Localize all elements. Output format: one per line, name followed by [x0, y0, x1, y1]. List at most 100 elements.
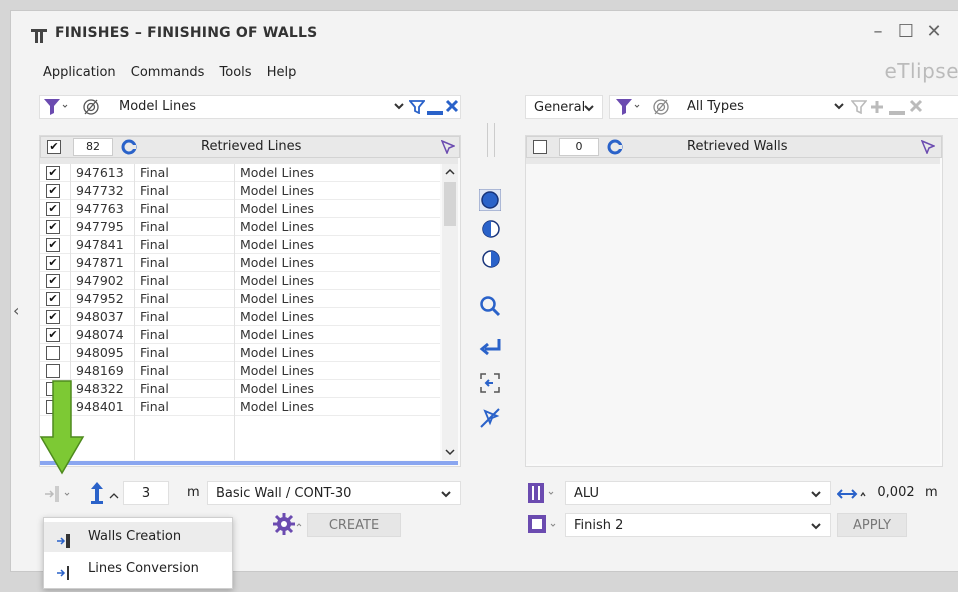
scroll-down-icon[interactable] [444, 446, 456, 461]
settings-gear-icon[interactable] [273, 512, 303, 540]
add-filter-icon[interactable] [869, 99, 885, 119]
left-half-circle-icon[interactable] [481, 219, 501, 243]
table-row[interactable]: 948095 Final Model Lines [40, 344, 440, 362]
table-row[interactable]: 948401 Final Model Lines [40, 398, 440, 416]
row-checkbox[interactable] [46, 346, 60, 360]
left-filter-value: Model Lines [119, 99, 197, 114]
lines-scroll-thumb[interactable] [444, 182, 456, 226]
height-step-icon[interactable] [109, 489, 119, 504]
table-row[interactable]: 948169 Final Model Lines [40, 362, 440, 380]
row-checkbox[interactable]: ✔ [46, 256, 60, 270]
maximize-button[interactable]: ☐ [895, 21, 917, 43]
clear-filter-icon[interactable] [445, 99, 459, 117]
finish-swatch-icon[interactable] [527, 514, 559, 540]
menu-tools[interactable]: Tools [220, 65, 252, 80]
table-row[interactable]: ✔ 947841 Final Model Lines [40, 236, 440, 254]
row-checkbox[interactable]: ✔ [46, 184, 60, 198]
row-type: Model Lines [240, 165, 315, 180]
row-id: 948037 [76, 309, 124, 324]
focus-frame-icon[interactable] [480, 373, 500, 397]
row-type: Model Lines [240, 273, 315, 288]
apply-button[interactable]: APPLY [837, 513, 907, 537]
table-row[interactable]: ✔ 948074 Final Model Lines [40, 326, 440, 344]
row-status: Final [140, 219, 169, 234]
row-checkbox[interactable]: ✔ [46, 310, 60, 324]
row-checkbox[interactable]: ✔ [46, 220, 60, 234]
table-row[interactable]: 948322 Final Model Lines [40, 380, 440, 398]
table-row[interactable]: ✔ 948037 Final Model Lines [40, 308, 440, 326]
close-button[interactable]: ✕ [923, 21, 945, 43]
table-row[interactable]: ✔ 947732 Final Model Lines [40, 182, 440, 200]
table-row[interactable]: ✔ 947871 Final Model Lines [40, 254, 440, 272]
retrieved-walls-header: 0 Retrieved Walls [526, 136, 942, 158]
select-in-model-icon[interactable] [440, 139, 456, 158]
filter-dropdown-icon[interactable] [43, 98, 69, 120]
row-id: 948095 [76, 345, 124, 360]
finish-select[interactable]: Finish 2 [565, 513, 831, 537]
table-row[interactable]: ✔ 947952 Final Model Lines [40, 290, 440, 308]
row-checkbox[interactable] [46, 364, 60, 378]
row-id: 947952 [76, 291, 124, 306]
menu-item-walls-creation[interactable]: Walls Creation [44, 522, 232, 552]
select-all-lines-checkbox[interactable]: ✔ [47, 140, 61, 154]
select-all-walls-checkbox[interactable] [533, 140, 547, 154]
full-circle-icon[interactable] [478, 188, 502, 215]
table-row[interactable]: ✔ 947613 Final Model Lines [40, 164, 440, 182]
visibility-icon[interactable] [81, 98, 101, 120]
scroll-up-icon[interactable] [444, 166, 456, 181]
wall-type-select[interactable]: Basic Wall / CONT-30 [207, 481, 461, 505]
minimize-button[interactable]: – [867, 21, 889, 43]
row-checkbox[interactable]: ✔ [46, 292, 60, 306]
remove-filter-icon[interactable] [427, 105, 443, 120]
left-filter-chevron-icon[interactable] [393, 99, 405, 116]
mode-select-icon[interactable] [43, 484, 73, 508]
collapse-panel-icon[interactable]: ‹ [13, 301, 19, 320]
right-filter-chevron-icon[interactable] [833, 99, 845, 117]
walls-creation-label: Walls Creation [88, 529, 182, 544]
general-select[interactable]: General [525, 95, 603, 119]
menu-commands[interactable]: Commands [131, 65, 205, 80]
material-select[interactable]: ALU [565, 481, 831, 505]
right-remove-filter-icon[interactable] [889, 105, 905, 120]
menu-help[interactable]: Help [267, 65, 297, 80]
right-filter-select[interactable]: All Types [679, 95, 829, 119]
row-checkbox[interactable]: ✔ [46, 238, 60, 252]
height-input[interactable]: 3 [123, 481, 169, 505]
walls-select-in-model-icon[interactable] [920, 139, 936, 158]
row-status: Final [140, 165, 169, 180]
row-status: Final [140, 237, 169, 252]
right-clear-filter-icon[interactable] [909, 99, 923, 117]
right-apply-filter-icon[interactable] [850, 100, 868, 118]
row-checkbox[interactable]: ✔ [46, 328, 60, 342]
row-status: Final [140, 255, 169, 270]
right-filter-dropdown-icon[interactable] [615, 98, 641, 120]
walls-count: 0 [559, 138, 599, 156]
transfer-icon[interactable] [479, 337, 503, 363]
row-checkbox[interactable]: ✔ [46, 202, 60, 216]
row-checkbox[interactable]: ✔ [46, 274, 60, 288]
row-status: Final [140, 201, 169, 216]
mode-popup-menu: Walls Creation Lines Conversion [43, 517, 233, 589]
create-button[interactable]: CREATE [307, 513, 401, 537]
material-swatch-icon[interactable] [527, 482, 559, 508]
splitter-handle[interactable] [487, 123, 495, 157]
refresh-lines-icon[interactable] [121, 139, 137, 159]
offset-input[interactable]: 0,002 [873, 481, 919, 505]
column-divider [134, 164, 135, 460]
row-id: 948074 [76, 327, 124, 342]
offset-width-icon [836, 487, 867, 505]
apply-filter-icon[interactable] [408, 100, 426, 118]
right-half-circle-icon[interactable] [481, 249, 501, 273]
right-filter-value: All Types [687, 99, 744, 114]
table-row[interactable]: ✔ 947902 Final Model Lines [40, 272, 440, 290]
deselect-cursor-icon[interactable] [479, 407, 501, 433]
table-row[interactable]: ✔ 947795 Final Model Lines [40, 218, 440, 236]
refresh-walls-icon[interactable] [607, 139, 623, 159]
row-checkbox[interactable]: ✔ [46, 166, 60, 180]
menu-application[interactable]: Application [43, 65, 116, 80]
table-row[interactable]: ✔ 947763 Final Model Lines [40, 200, 440, 218]
zoom-icon[interactable] [479, 295, 501, 321]
right-visibility-icon[interactable] [651, 98, 671, 120]
left-filter-select[interactable]: Model Lines [111, 95, 379, 119]
row-id: 947732 [76, 183, 124, 198]
